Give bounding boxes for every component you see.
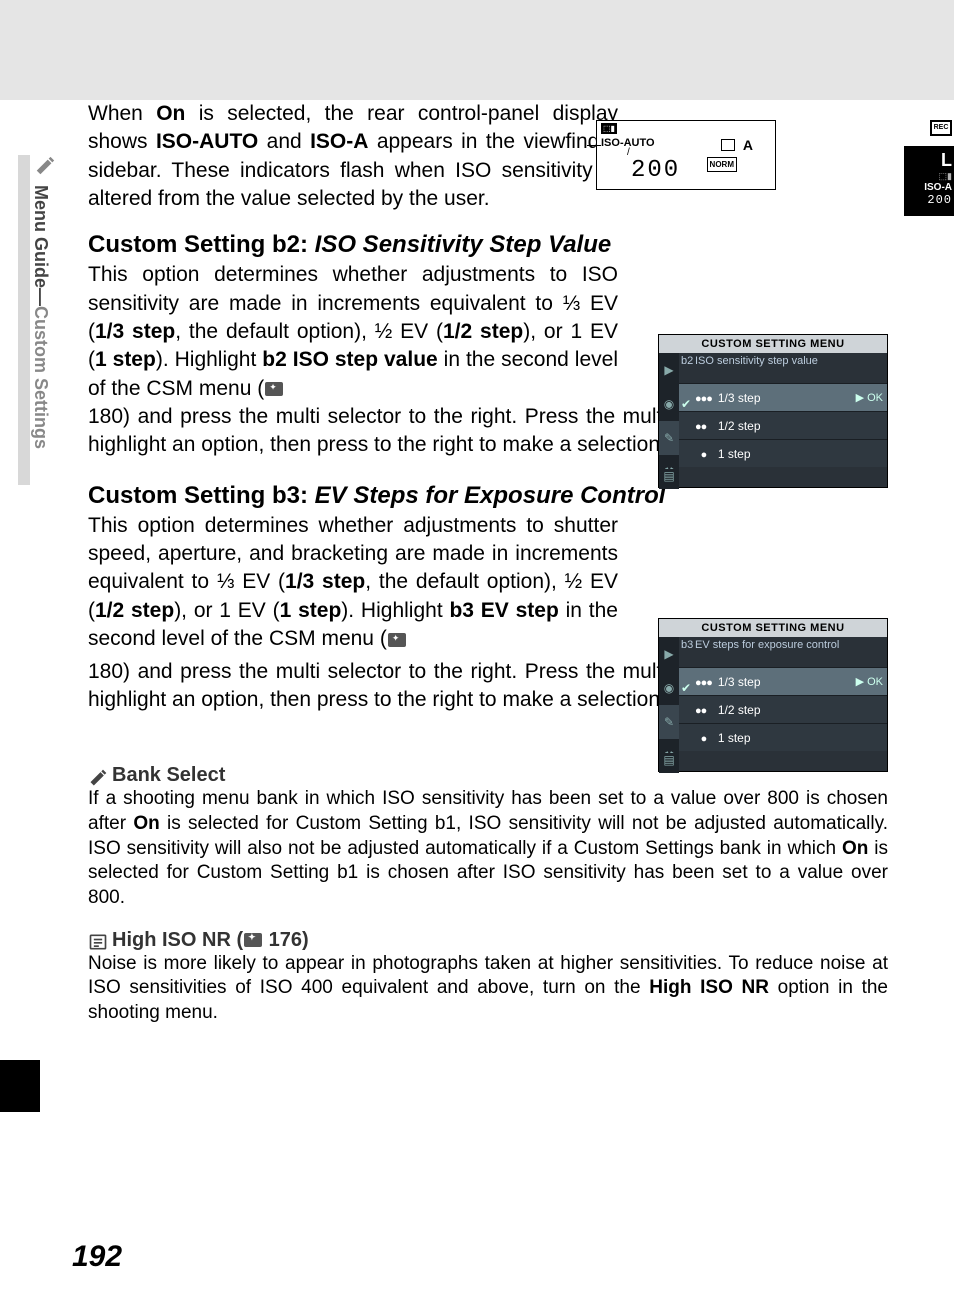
menu-note-icon <box>88 932 108 948</box>
note-bank-select: Bank Select If a shooting menu bank in w… <box>88 764 888 910</box>
side-tab: Menu Guide—Custom Settings <box>18 155 58 485</box>
quality-icon <box>721 139 735 151</box>
header-gray-band <box>0 0 954 100</box>
norm-indicator: NORM <box>707 157 737 172</box>
page-number: 192 <box>72 1240 122 1274</box>
side-tab-text: Menu Guide—Custom Settings <box>30 185 51 449</box>
ok-indicator: ▶ OK <box>856 668 883 696</box>
page-ref-icon <box>244 933 262 947</box>
menu-title: CUSTOM SETTING MENU <box>659 335 887 353</box>
menu-option-1-2: ●● 1/2 step <box>679 411 887 439</box>
page-ref-icon <box>388 633 406 647</box>
recent-tab-icon: ▤ <box>659 753 679 771</box>
paragraph-b3-narrow: This option determines whether adjustmen… <box>88 512 618 654</box>
menu-title: CUSTOM SETTING MENU <box>659 619 887 637</box>
page-ref-icon <box>265 382 283 396</box>
vf-meter-icon: ⬚▮ <box>908 171 952 182</box>
front-curtain-icon: ⬚▮ <box>601 123 617 134</box>
menu-option-1-3: ✔ ●●●1/3 step ▶ OK <box>679 383 887 411</box>
vf-size-indicator: L <box>908 150 952 171</box>
vf-iso-a-indicator: ISO-A <box>908 182 952 193</box>
menu-screenshot-b3: CUSTOM SETTING MENU ▶ ◉ ✎ ⚒ ▤ b3 EV step… <box>658 618 888 772</box>
custom-tab-icon: ✎ <box>659 421 679 455</box>
rec-icon: REC <box>930 120 952 136</box>
menu-option-1: ● 1 step <box>679 723 887 751</box>
recent-tab-icon: ▤ <box>659 469 679 487</box>
menu-screenshot-b2: CUSTOM SETTING MENU ▶ ◉ ✎ ⚒ ▤ b2 ISO sen… <box>658 334 888 488</box>
note-high-iso-nr: High ISO NR ( 176) Noise is more likely … <box>88 929 888 1026</box>
menu-sub-title: b2 ISO sensitivity step value <box>659 353 887 383</box>
slash-indicator: / <box>627 147 630 158</box>
viewfinder-sidebar: L ⬚▮ ISO-A 200 <box>904 146 954 216</box>
page-edge-marker <box>0 1060 40 1112</box>
menu-option-1: ● 1 step <box>679 439 887 467</box>
menu-option-1-2: ●● 1/2 step <box>679 695 887 723</box>
paragraph-iso-auto: When On is selected, the rear control-pa… <box>88 100 618 213</box>
menu-option-1-3: ✔ ●●●1/3 step ▶ OK <box>679 667 887 695</box>
ok-indicator: ▶ OK <box>856 384 883 412</box>
heading-b2: Custom Setting b2: ISO Sensitivity Step … <box>88 231 888 259</box>
custom-tab-icon: ✎ <box>659 705 679 739</box>
top-display-illustration: ⬚▮ ISO-AUTO / 200 NORM A REC L ⬚▮ ISO-A … <box>596 120 886 220</box>
vf-iso-value: 200 <box>908 193 952 207</box>
pencil-icon <box>32 155 58 177</box>
shooting-tab-icon: ◉ <box>659 387 679 421</box>
shooting-tab-icon: ◉ <box>659 671 679 705</box>
rear-control-panel: ⬚▮ ISO-AUTO / 200 NORM A <box>596 120 776 190</box>
iso-value-readout: 200 <box>631 157 680 184</box>
bank-a-indicator: A <box>743 137 753 153</box>
pencil-note-icon <box>88 768 108 784</box>
menu-sub-title: b3 EV steps for exposure control <box>659 637 887 667</box>
